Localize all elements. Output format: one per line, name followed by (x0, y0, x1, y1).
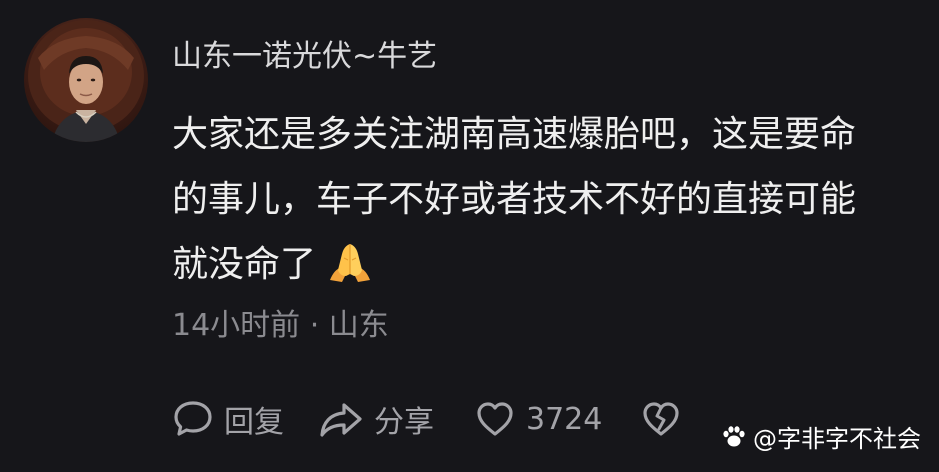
username[interactable]: 山东一诺光伏~牛艺 (172, 37, 437, 77)
reply-label: 回复 (224, 405, 284, 440)
paw-icon (723, 425, 745, 446)
dislike-button[interactable] (640, 399, 682, 439)
comment-meta: 14小时前 · 山东 (172, 308, 389, 343)
reply-button[interactable]: 回复 (172, 397, 284, 441)
comment-actions: 回复 分享 3724 (172, 394, 682, 444)
share-label: 分享 (374, 405, 434, 440)
comment-text-line: 就没命了 (172, 232, 922, 297)
watermark-text: @字非字不社会 (753, 425, 921, 453)
broken-heart-icon (643, 402, 679, 436)
like-button[interactable]: 3724 (474, 399, 602, 439)
avatar-image (28, 20, 144, 142)
share-arrow-icon (320, 403, 362, 437)
speech-bubble-icon (174, 401, 212, 436)
comment-text-line: 大家还是多关注湖南高速爆胎吧，这是要命 (172, 114, 857, 155)
comment-text-line-content: 就没命了 (172, 244, 317, 285)
comment-text: 大家还是多关注湖南高速爆胎吧，这是要命 的事儿，车子不好或者技术不好的直接可能 … (172, 102, 922, 297)
heart-icon (477, 402, 513, 436)
pray-hands-emoji (330, 244, 371, 282)
like-count: 3724 (526, 401, 603, 437)
avatar[interactable] (24, 18, 148, 142)
watermark: @字非字不社会 (721, 419, 921, 454)
share-button[interactable]: 分享 (318, 397, 434, 441)
comment-card: 山东一诺光伏~牛艺 大家还是多关注湖南高速爆胎吧，这是要命 的事儿，车子不好或者… (0, 0, 939, 472)
comment-text-line: 的事儿，车子不好或者技术不好的直接可能 (172, 179, 857, 220)
